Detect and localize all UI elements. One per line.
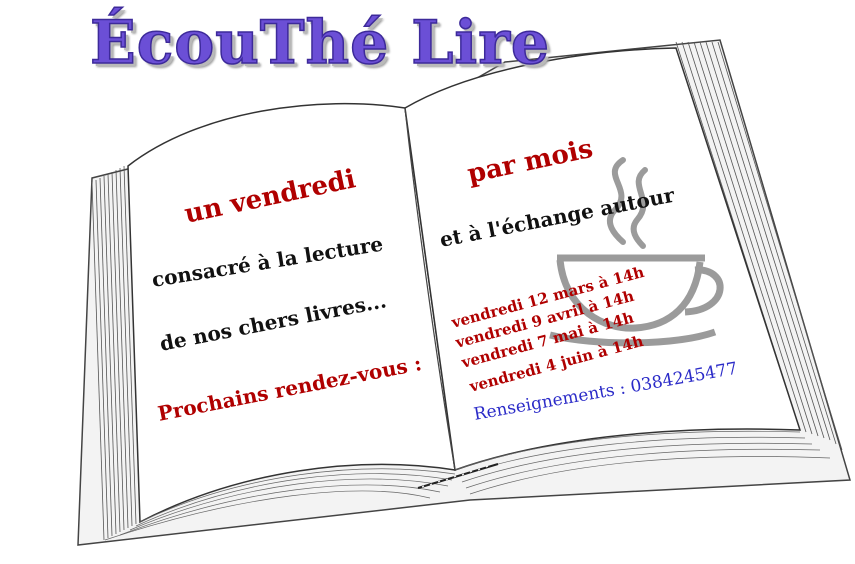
poster-title: ÉcouThé Lire	[89, 7, 551, 79]
poster: ÉcouThé Lire un vendredi consacré à la l…	[0, 0, 855, 564]
open-book-illustration	[77, 39, 851, 546]
